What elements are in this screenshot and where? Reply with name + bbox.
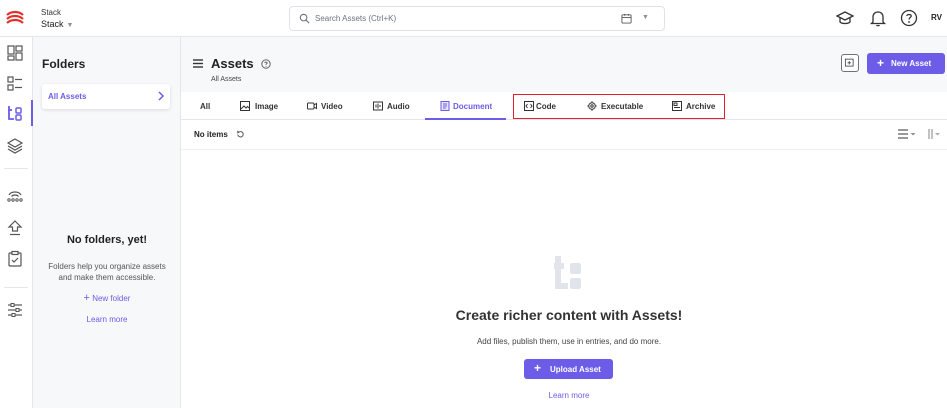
assets-empty-icon [554,256,581,289]
upload-asset-label: Upload Asset [550,365,601,374]
refresh-icon[interactable] [236,130,245,139]
settings-sliders-icon[interactable] [6,301,24,319]
chevron-down-icon: ▼ [66,22,74,29]
tasks-clipboard-icon[interactable] [6,250,24,268]
tab-label: Image [255,102,279,111]
tab-label: Document [453,102,493,111]
menu-icon[interactable] [193,59,203,68]
gear-icon [587,101,597,111]
list-view-icon[interactable] [898,129,916,139]
academy-cap-icon[interactable] [836,9,854,27]
folder-item-label: All Assets [48,92,87,101]
help-icon[interactable] [900,9,918,27]
stack-label: Stack [41,8,62,17]
stack-selector[interactable]: Stack ▼ [41,19,73,29]
rail-divider [4,168,28,169]
breadcrumb[interactable]: All Assets [211,76,241,83]
code-icon [524,101,534,111]
tab-label: Audio [387,102,410,111]
page-title: Assets [211,56,254,71]
tab-label: Code [536,102,556,111]
plus-icon: + [83,292,90,304]
publish-upload-icon[interactable] [6,219,24,237]
document-icon [440,101,450,111]
brand-logo-icon[interactable] [5,9,25,27]
plus-icon: + [877,56,885,70]
folders-title: Folders [42,57,86,71]
assets-icon[interactable] [6,104,24,122]
list-toolbar: No items [181,120,947,150]
help-icon[interactable] [261,59,271,69]
new-asset-label: New Asset [891,59,932,68]
folders-panel: Folders All Assets No folders, yet! Fold… [33,37,181,408]
audio-icon [373,101,383,111]
archive-icon [672,101,682,111]
app-root: Stack Stack ▼ Search Assets (Ctrl+K) ▼ R… [0,0,947,408]
dashboard-icon[interactable] [6,44,24,62]
layers-icon[interactable] [6,137,24,155]
no-folders-description: Folders help you organize assets and mak… [48,262,166,282]
bell-icon[interactable] [869,9,887,27]
add-folder-button[interactable] [841,54,859,72]
asset-type-tabs: All Image Video Audio Document Code Exec… [181,92,947,120]
stack-name: Stack [41,19,64,29]
image-icon [240,101,250,111]
folders-learn-more-link[interactable]: Learn more [33,315,181,324]
columns-view-icon[interactable] [928,129,946,139]
tab-label: Video [321,102,343,111]
folder-item-all-assets[interactable]: All Assets [42,84,170,109]
search-box[interactable]: Search Assets (Ctrl+K) ▼ [289,6,665,31]
assets-header: Assets All Assets + New Asset [181,37,947,92]
chevron-down-icon[interactable]: ▼ [642,14,649,21]
new-folder-label: New folder [92,294,131,303]
new-asset-button[interactable]: + New Asset [867,53,945,74]
tab-label: Archive [686,102,716,111]
new-folder-button[interactable]: + New folder [33,292,181,304]
user-avatar[interactable]: RV [931,13,942,22]
search-placeholder: Search Assets (Ctrl+K) [315,14,397,23]
top-bar: Stack Stack ▼ Search Assets (Ctrl+K) ▼ R… [0,0,947,37]
video-icon [307,102,317,110]
item-count: No items [194,130,228,139]
broadcast-icon[interactable] [6,186,24,204]
empty-state-title: Create richer content with Assets! [455,307,683,323]
nav-rail [0,37,33,408]
assets-learn-more-link[interactable]: Learn more [181,391,947,400]
no-folders-title: No folders, yet! [66,234,148,246]
chevron-right-icon [158,91,165,101]
calendar-icon[interactable] [621,13,632,24]
rail-divider [4,287,28,288]
plus-icon: + [534,361,542,375]
empty-state-description: Add files, publish them, use in entries,… [476,337,662,346]
entries-list-icon[interactable] [6,75,24,93]
search-icon [299,13,310,24]
tab-label: All [200,102,211,111]
folder-plus-icon [844,58,854,67]
upload-asset-button[interactable]: + Upload Asset [524,359,613,379]
tab-label: Executable [601,102,644,111]
